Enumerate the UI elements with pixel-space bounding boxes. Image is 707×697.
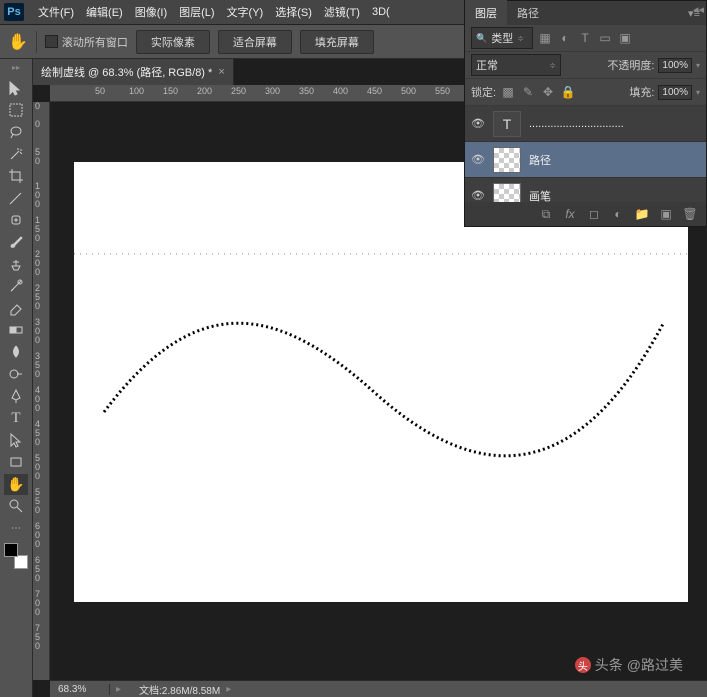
layer-thumb-type-icon: T: [493, 111, 521, 137]
lock-pos-icon[interactable]: ✥: [540, 84, 556, 100]
edit-toolbar[interactable]: ⋯: [4, 518, 28, 539]
brush-tool[interactable]: [4, 232, 28, 253]
layer-thumb-icon: [493, 147, 521, 173]
menu-3d[interactable]: 3D(: [366, 2, 396, 22]
opacity-label: 不透明度:: [607, 57, 654, 73]
eraser-tool[interactable]: [4, 298, 28, 319]
marquee-tool[interactable]: [4, 100, 28, 121]
hand-tool[interactable]: ✋: [4, 474, 28, 495]
layer-list: 👁 T ............................... 👁 路径…: [465, 106, 706, 202]
status-doc-size[interactable]: 文档:2.86M/8.58M: [127, 682, 220, 697]
crop-tool[interactable]: [4, 166, 28, 187]
visibility-toggle-icon[interactable]: 👁: [471, 117, 485, 130]
eyedropper-tool[interactable]: [4, 188, 28, 209]
visibility-toggle-icon[interactable]: 👁: [471, 189, 485, 202]
fg-color-swatch[interactable]: [4, 543, 18, 557]
dodge-tool[interactable]: [4, 364, 28, 385]
layer-thumb-icon: [493, 183, 521, 203]
status-arrow-icon[interactable]: ▸: [110, 684, 127, 695]
filter-smart-icon[interactable]: ▣: [617, 30, 633, 46]
panel-collapse-icon[interactable]: ◂◂: [693, 3, 704, 16]
menu-select[interactable]: 选择(S): [269, 0, 318, 24]
blend-mode-dropdown[interactable]: 正常≑: [471, 54, 561, 76]
history-brush-tool[interactable]: [4, 276, 28, 297]
watermark-logo-icon: 头: [575, 657, 591, 673]
close-tab-icon[interactable]: ×: [218, 66, 224, 78]
fill-label: 填充:: [629, 84, 654, 100]
visibility-toggle-icon[interactable]: 👁: [471, 153, 485, 166]
document-tab[interactable]: 绘制虚线 @ 68.3% (路径, RGB/8) * ×: [33, 59, 234, 85]
status-bar: 68.3% ▸ 文档:2.86M/8.58M ▸: [50, 680, 707, 697]
checkbox-icon: [45, 35, 58, 48]
move-tool[interactable]: [4, 78, 28, 99]
fit-screen-button[interactable]: 适合屏幕: [218, 30, 292, 54]
layer-row[interactable]: 👁 画笔: [465, 178, 706, 202]
filter-type-icon[interactable]: T: [577, 30, 593, 46]
ruler-vertical: 0050100150200250300350400450500550600650…: [33, 102, 50, 680]
layer-name[interactable]: ...............................: [529, 118, 624, 130]
fill-screen-button[interactable]: 填充屏幕: [300, 30, 374, 54]
scroll-all-windows-checkbox[interactable]: 滚动所有窗口: [45, 34, 128, 50]
canvas-content: [74, 162, 688, 602]
delete-layer-icon[interactable]: 🗑: [682, 206, 698, 222]
layer-name[interactable]: 画笔: [529, 188, 551, 203]
opacity-input[interactable]: 100%: [658, 58, 692, 73]
menu-edit[interactable]: 编辑(E): [80, 0, 129, 24]
layers-panel: ◂◂ 图层 路径 ▾≡ 🔍类型≑ ▦ ◐ T ▭ ▣ 正常≑ 不透明度: 100…: [464, 0, 707, 227]
doc-tab-title: 绘制虚线 @ 68.3% (路径, RGB/8) *: [41, 64, 212, 80]
lock-label: 锁定:: [471, 84, 496, 100]
link-layers-icon[interactable]: ⧉: [538, 206, 554, 222]
new-layer-icon[interactable]: ▣: [658, 206, 674, 222]
pen-tool[interactable]: [4, 386, 28, 407]
layer-name[interactable]: 路径: [529, 152, 551, 168]
scroll-all-label: 滚动所有窗口: [62, 34, 128, 50]
fill-input[interactable]: 100%: [658, 85, 692, 100]
filter-shape-icon[interactable]: ▭: [597, 30, 613, 46]
filter-pixel-icon[interactable]: ▦: [537, 30, 553, 46]
layer-row[interactable]: 👁 T ...............................: [465, 106, 706, 142]
fill-scrub-icon[interactable]: ▾: [696, 88, 700, 97]
zoom-tool[interactable]: [4, 496, 28, 517]
app-logo: Ps: [4, 3, 24, 21]
menu-type[interactable]: 文字(Y): [221, 0, 270, 24]
type-tool[interactable]: T: [4, 408, 28, 429]
expand-tools-icon[interactable]: ▸▸: [12, 63, 20, 75]
menu-image[interactable]: 图像(I): [129, 0, 173, 24]
layer-group-icon[interactable]: 📁: [634, 206, 650, 222]
menu-filter[interactable]: 滤镜(T): [318, 0, 366, 24]
bg-color-swatch[interactable]: [14, 555, 28, 569]
color-swatches[interactable]: [4, 543, 28, 569]
blur-tool[interactable]: [4, 342, 28, 363]
tool-palette: ▸▸ T ✋ ⋯: [0, 59, 33, 697]
rectangle-tool[interactable]: [4, 452, 28, 473]
lock-all-icon[interactable]: 🔒: [560, 84, 576, 100]
hand-tool-icon: ✋: [8, 32, 28, 52]
actual-pixels-button[interactable]: 实际像素: [136, 30, 210, 54]
layer-row[interactable]: 👁 路径: [465, 142, 706, 178]
gradient-tool[interactable]: [4, 320, 28, 341]
filter-adjust-icon[interactable]: ◐: [557, 30, 573, 46]
opacity-scrub-icon[interactable]: ▾: [696, 61, 700, 70]
spot-heal-tool[interactable]: [4, 210, 28, 231]
menu-layer[interactable]: 图层(L): [173, 0, 220, 24]
magic-wand-tool[interactable]: [4, 144, 28, 165]
filter-kind-dropdown[interactable]: 🔍类型≑: [471, 27, 533, 49]
status-arrow2-icon[interactable]: ▸: [220, 684, 237, 695]
lock-paint-icon[interactable]: ✎: [520, 84, 536, 100]
path-select-tool[interactable]: [4, 430, 28, 451]
canvas[interactable]: [74, 162, 688, 602]
lock-trans-icon[interactable]: ▩: [500, 84, 516, 100]
tab-paths[interactable]: 路径: [507, 0, 549, 26]
layer-fx-icon[interactable]: fx: [562, 206, 578, 222]
clone-stamp-tool[interactable]: [4, 254, 28, 275]
lasso-tool[interactable]: [4, 122, 28, 143]
status-zoom[interactable]: 68.3%: [50, 684, 110, 695]
watermark: 头 头条 @路过美: [575, 655, 683, 675]
menu-file[interactable]: 文件(F): [32, 0, 80, 24]
adjustment-layer-icon[interactable]: ◐: [610, 206, 626, 222]
tab-layers[interactable]: 图层: [465, 0, 507, 26]
layer-mask-icon[interactable]: ◻: [586, 206, 602, 222]
